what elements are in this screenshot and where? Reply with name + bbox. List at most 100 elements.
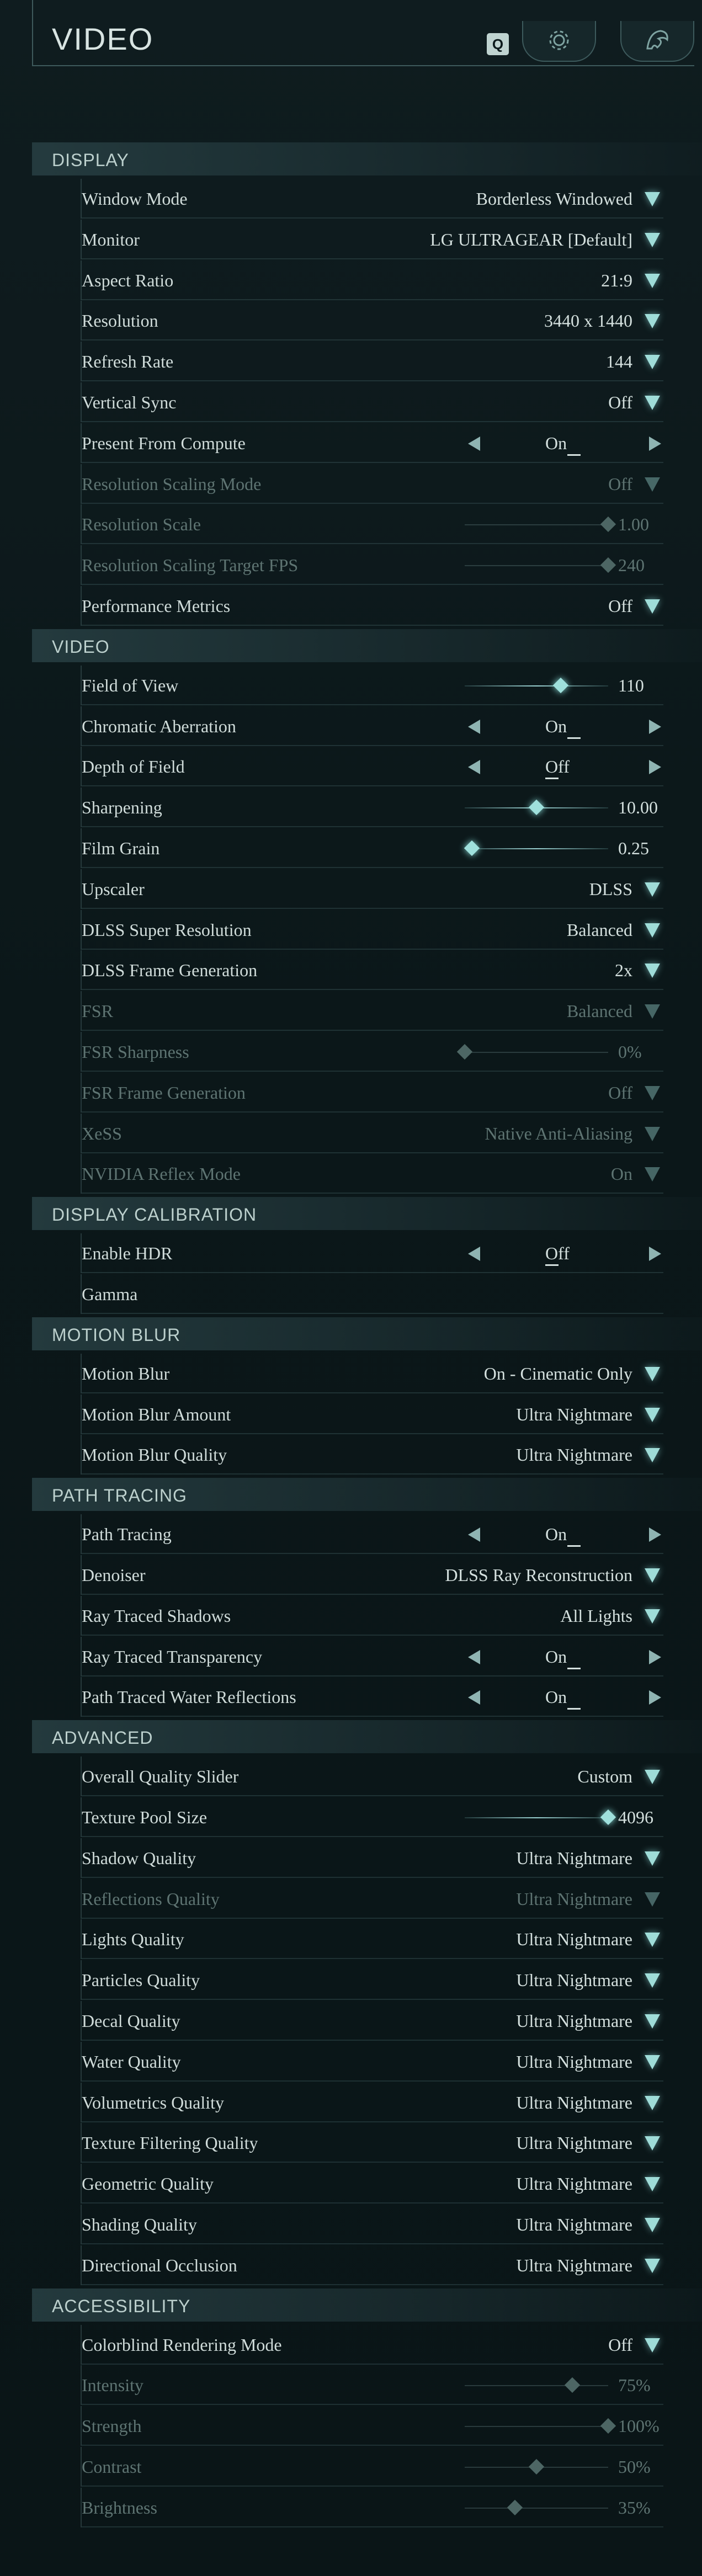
dropdown-arrow-icon[interactable] (641, 269, 663, 291)
slider-track[interactable] (465, 848, 608, 849)
dropdown-arrow-icon[interactable] (641, 310, 663, 332)
dropdown-arrow-icon[interactable] (641, 2254, 663, 2276)
setting-row-resolution-scaling-target-fps: Resolution Scaling Target FPS 240 (81, 545, 663, 586)
setting-row-geometric-quality[interactable]: Geometric Quality Ultra Nightmare (81, 2164, 663, 2204)
setting-row-volumetrics-quality[interactable]: Volumetrics Quality Ultra Nightmare (81, 2082, 663, 2122)
setting-row-overall-quality-slider[interactable]: Overall Quality Slider Custom (81, 1757, 663, 1797)
setting-value: Ultra Nightmare (516, 1929, 632, 1950)
next-option-arrow-icon[interactable] (647, 435, 663, 452)
setting-value: 21:9 (601, 270, 632, 290)
previous-option-arrow-icon[interactable] (466, 1649, 482, 1665)
setting-row-dlss-super-resolution[interactable]: DLSS Super Resolution Balanced (81, 909, 663, 950)
toggle-indicator-right (567, 737, 581, 739)
setting-row-ray-traced-shadows[interactable]: Ray Traced Shadows All Lights (81, 1595, 663, 1636)
setting-row-lights-quality[interactable]: Lights Quality Ultra Nightmare (81, 1919, 663, 1960)
toggle-value: Off (545, 1243, 570, 1264)
dropdown-arrow-icon[interactable] (641, 391, 663, 413)
dropdown-arrow-icon[interactable] (641, 919, 663, 941)
dropdown-arrow-icon[interactable] (641, 350, 663, 372)
dropdown-arrow-icon[interactable] (641, 2051, 663, 2073)
dropdown-arrow-icon[interactable] (641, 1362, 663, 1385)
dropdown-arrow-icon[interactable] (641, 1765, 663, 1787)
next-option-arrow-icon[interactable] (647, 1246, 663, 1262)
next-option-arrow-icon[interactable] (647, 759, 663, 775)
slider-handle[interactable] (600, 1809, 616, 1825)
section-motion-blur: MOTION BLUR (32, 1317, 702, 1350)
setting-row-film-grain[interactable]: Film Grain 0.25 (81, 828, 663, 868)
next-option-arrow-icon[interactable] (647, 1526, 663, 1543)
settings-gear-tab[interactable] (522, 21, 596, 62)
next-option-arrow-icon[interactable] (647, 718, 663, 735)
setting-row-denoiser[interactable]: Denoiser DLSS Ray Reconstruction (81, 1555, 663, 1595)
setting-row-decal-quality[interactable]: Decal Quality Ultra Nightmare (81, 2001, 663, 2041)
dropdown-arrow-icon[interactable] (641, 1444, 663, 1466)
setting-row-monitor[interactable]: Monitor LG ULTRAGEAR [Default] (81, 219, 663, 259)
previous-option-arrow-icon[interactable] (466, 759, 482, 775)
dropdown-arrow-icon[interactable] (641, 1847, 663, 1869)
dropdown-arrow-icon[interactable] (641, 2010, 663, 2032)
setting-row-window-mode[interactable]: Window Mode Borderless Windowed (81, 179, 663, 219)
previous-option-arrow-icon[interactable] (466, 1246, 482, 1262)
dropdown-arrow-icon[interactable] (641, 1605, 663, 1627)
dropdown-arrow-icon[interactable] (641, 2173, 663, 2195)
search-key-hint[interactable]: Q (487, 33, 509, 55)
setting-label: Colorblind Rendering Mode (82, 2334, 282, 2355)
slider-handle[interactable] (528, 800, 545, 816)
setting-row-resolution[interactable]: Resolution 3440 x 1440 (81, 301, 663, 341)
dropdown-arrow-icon[interactable] (641, 878, 663, 900)
previous-option-arrow-icon[interactable] (466, 1689, 482, 1706)
dropdown-arrow-icon[interactable] (641, 228, 663, 251)
dropdown-arrow-icon[interactable] (641, 1928, 663, 1950)
setting-row-directional-occlusion[interactable]: Directional Occlusion Ultra Nightmare (81, 2245, 663, 2285)
dropdown-arrow-icon[interactable] (641, 959, 663, 981)
setting-row-chromatic-aberration[interactable]: Chromatic Aberration On (81, 706, 663, 746)
setting-row-shadow-quality[interactable]: Shadow Quality Ultra Nightmare (81, 1838, 663, 1878)
setting-row-depth-of-field[interactable]: Depth of Field Off (81, 747, 663, 787)
slider-track[interactable] (465, 1817, 608, 1818)
setting-row-refresh-rate[interactable]: Refresh Rate 144 (81, 342, 663, 382)
dropdown-arrow-icon[interactable] (641, 1564, 663, 1586)
setting-label: Performance Metrics (82, 596, 231, 616)
setting-label: FSR (82, 1001, 113, 1021)
setting-row-particles-quality[interactable]: Particles Quality Ultra Nightmare (81, 1960, 663, 2000)
setting-row-path-traced-water-reflections[interactable]: Path Traced Water Reflections On (81, 1677, 663, 1717)
setting-value: On - Cinematic Only (483, 1363, 632, 1383)
setting-row-enable-hdr[interactable]: Enable HDR Off (81, 1233, 663, 1274)
slider-track[interactable] (465, 685, 608, 686)
setting-row-vertical-sync[interactable]: Vertical Sync Off (81, 382, 663, 422)
previous-option-arrow-icon[interactable] (466, 1526, 482, 1543)
dropdown-arrow-icon[interactable] (641, 1969, 663, 1991)
dropdown-arrow-icon[interactable] (641, 188, 663, 210)
setting-row-performance-metrics[interactable]: Performance Metrics Off (81, 586, 663, 626)
dropdown-arrow-icon[interactable] (641, 2091, 663, 2114)
dropdown-arrow-icon[interactable] (641, 2334, 663, 2356)
previous-option-arrow-icon[interactable] (466, 718, 482, 735)
setting-row-water-quality[interactable]: Water Quality Ultra Nightmare (81, 2041, 663, 2082)
setting-row-aspect-ratio[interactable]: Aspect Ratio 21:9 (81, 260, 663, 300)
emblem-tab[interactable] (620, 21, 694, 62)
setting-row-upscaler[interactable]: Upscaler DLSS (81, 869, 663, 909)
setting-row-present-from-compute[interactable]: Present From Compute On (81, 423, 663, 463)
dropdown-arrow-icon[interactable] (641, 1403, 663, 1425)
setting-row-ray-traced-transparency[interactable]: Ray Traced Transparency On (81, 1636, 663, 1676)
setting-row-colorblind-rendering-mode[interactable]: Colorblind Rendering Mode Off (81, 2324, 663, 2365)
dropdown-arrow-icon[interactable] (641, 2213, 663, 2236)
setting-row-gamma[interactable]: Gamma (81, 1274, 663, 1314)
slider-handle[interactable] (464, 840, 480, 856)
previous-option-arrow-icon[interactable] (466, 435, 482, 452)
dropdown-arrow-icon[interactable] (641, 595, 663, 617)
slider-handle[interactable] (553, 677, 569, 693)
setting-row-sharpening[interactable]: Sharpening 10.00 (81, 787, 663, 828)
next-option-arrow-icon[interactable] (647, 1689, 663, 1706)
setting-row-dlss-frame-generation[interactable]: DLSS Frame Generation 2x (81, 950, 663, 991)
setting-row-motion-blur-amount[interactable]: Motion Blur Amount Ultra Nightmare (81, 1394, 663, 1434)
setting-row-texture-filtering-quality[interactable]: Texture Filtering Quality Ultra Nightmare (81, 2123, 663, 2163)
next-option-arrow-icon[interactable] (647, 1649, 663, 1665)
dropdown-arrow-icon[interactable] (641, 2132, 663, 2154)
setting-row-field-of-view[interactable]: Field of View 110 (81, 665, 663, 705)
setting-row-texture-pool-size[interactable]: Texture Pool Size 4096 (81, 1797, 663, 1837)
setting-row-motion-blur-quality[interactable]: Motion Blur Quality Ultra Nightmare (81, 1435, 663, 1475)
setting-row-path-tracing[interactable]: Path Tracing On (81, 1514, 663, 1555)
setting-row-motion-blur[interactable]: Motion Blur On - Cinematic Only (81, 1353, 663, 1393)
setting-row-shading-quality[interactable]: Shading Quality Ultra Nightmare (81, 2205, 663, 2244)
